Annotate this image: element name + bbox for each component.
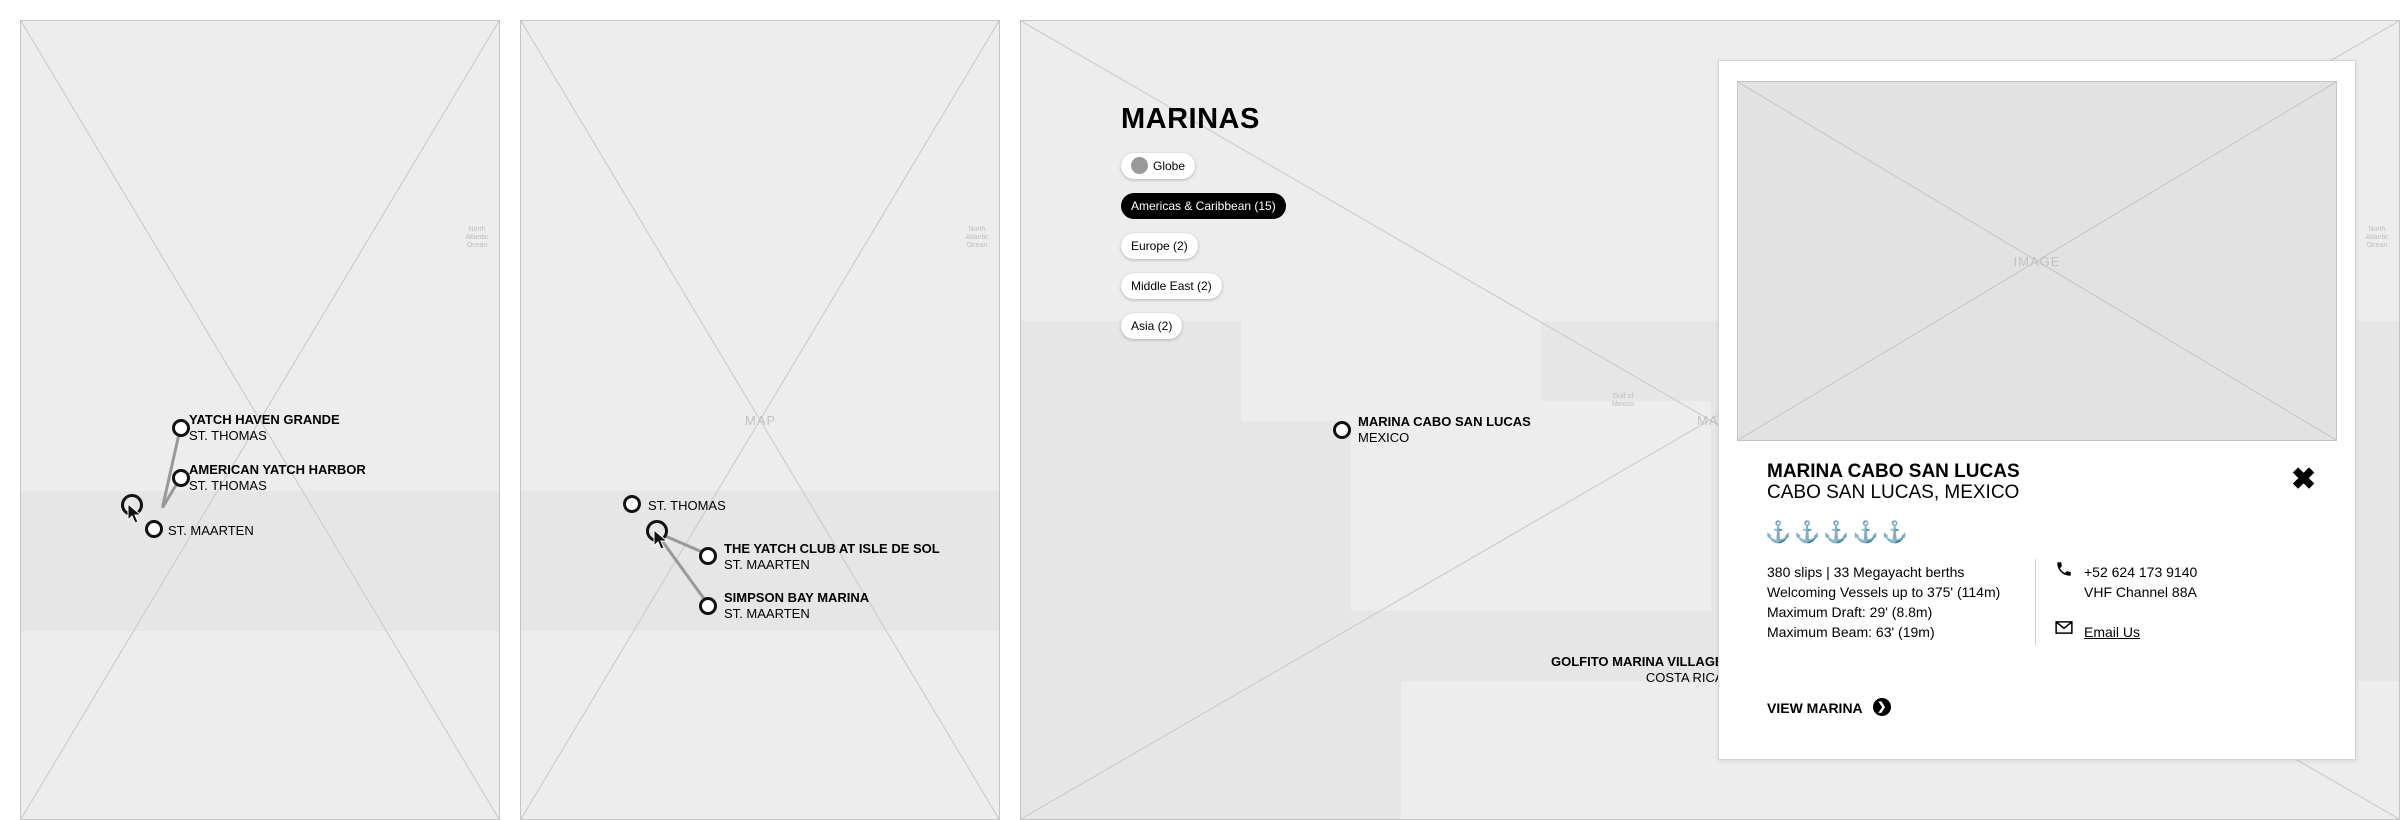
- phone-icon: [2057, 562, 2071, 576]
- map-placeholder-label: MAP: [745, 413, 777, 428]
- marina-name: SIMPSON BAY MARINA: [724, 590, 870, 605]
- image-placeholder-label: IMAGE: [2013, 254, 2061, 269]
- region-chip-label: Asia (2): [1131, 319, 1173, 333]
- view-marina-button[interactable]: VIEW MARINA ❯: [1767, 698, 1891, 718]
- spec-line: 380 slips | 33 Megayacht berths: [1767, 564, 1965, 580]
- marina-pin[interactable]: [172, 419, 190, 437]
- marina-location: MEXICO: [1358, 430, 1410, 445]
- page-title: MARINAS: [1121, 103, 1260, 135]
- marina-name: THE YATCH CLUB AT ISLE DE SOL: [724, 541, 940, 556]
- email-link[interactable]: Email Us: [2084, 622, 2140, 642]
- envelope-icon: [2055, 621, 2073, 634]
- phone-number: +52 624 173 9140: [2084, 564, 2198, 580]
- region-chip-europe[interactable]: Europe (2): [1121, 233, 1198, 259]
- spec-line: Maximum Draft: 29' (8.8m): [1767, 604, 1933, 620]
- marina-pin[interactable]: [145, 520, 163, 538]
- marina-pin[interactable]: [623, 495, 641, 513]
- ocean-label: North Atlantic Ocean: [465, 226, 489, 249]
- marina-label: MARINA CABO SAN LUCAS MEXICO: [1358, 414, 1531, 446]
- globe-icon: [1131, 157, 1148, 175]
- map-panel-2[interactable]: MAP North Atlantic Ocean ST. THOMAS THE YA…: [520, 20, 1000, 820]
- marina-label: GOLFITO MARINA VILLAGE COSTA RICA: [1551, 654, 1724, 686]
- mouse-cursor-icon: [653, 529, 669, 550]
- marina-label: ST. THOMAS: [648, 498, 726, 514]
- divider: [2035, 559, 2036, 645]
- marina-pin[interactable]: [699, 547, 717, 565]
- map-panel-1[interactable]: North Atlantic Ocean YATCH HAVEN GRANDE ST…: [20, 20, 500, 820]
- marina-pin[interactable]: [1333, 421, 1351, 439]
- spec-line: Maximum Beam: 63' (19m): [1767, 624, 1935, 640]
- marina-name: MARINA CABO SAN LUCAS: [1358, 414, 1531, 429]
- region-chip-label: Europe (2): [1131, 239, 1188, 253]
- marina-location: ST. MAARTEN: [168, 523, 254, 538]
- ocean-label: North Atlantic Ocean: [2365, 226, 2389, 249]
- marina-name: AMERICAN YATCH HARBOR: [189, 462, 366, 477]
- marina-image-placeholder: IMAGE: [1737, 81, 2337, 441]
- marina-label: YATCH HAVEN GRANDE ST. THOMAS: [189, 412, 340, 444]
- marina-title: MARINA CABO SAN LUCAS: [1767, 461, 2020, 482]
- marina-name: YATCH HAVEN GRANDE: [189, 412, 340, 427]
- marina-name: GOLFITO MARINA VILLAGE: [1551, 654, 1724, 669]
- region-chip-asia[interactable]: Asia (2): [1121, 313, 1183, 339]
- anchor-rating-icons: ⚓⚓⚓⚓⚓: [1765, 521, 1911, 544]
- contact-phone: +52 624 173 9140 VHF Channel 88A: [2084, 562, 2197, 602]
- marina-location: ST. THOMAS: [648, 498, 726, 513]
- region-chip-americas[interactable]: Americas & Caribbean (15): [1121, 193, 1286, 219]
- region-chip-middle-east[interactable]: Middle East (2): [1121, 273, 1222, 299]
- ocean-label: North Atlantic Ocean: [965, 226, 989, 249]
- marina-location: COSTA RICA: [1645, 670, 1724, 685]
- spec-line: Welcoming Vessels up to 375' (114m): [1767, 584, 2001, 600]
- marina-pin[interactable]: [699, 597, 717, 615]
- close-icon[interactable]: ✖: [2291, 465, 2316, 495]
- marina-label: AMERICAN YATCH HARBOR ST. THOMAS: [189, 462, 366, 494]
- region-chip-globe[interactable]: Globe: [1121, 153, 1196, 179]
- marina-specs: 380 slips | 33 Megayacht berths Welcomin…: [1767, 562, 2000, 642]
- marina-detail-card: IMAGE MARINA CABO SAN LUCAS CABO SAN LUC…: [1718, 60, 2356, 760]
- marina-location: ST. THOMAS: [189, 478, 267, 493]
- mouse-cursor-icon: [127, 503, 143, 524]
- gulf-label: Gulf of Mexico: [1611, 393, 1635, 408]
- region-chip-label: Americas & Caribbean (15): [1131, 199, 1276, 213]
- marina-location: ST. THOMAS: [189, 428, 267, 443]
- view-marina-label: VIEW MARINA: [1767, 700, 1863, 716]
- marina-label: THE YATCH CLUB AT ISLE DE SOL ST. MAARTE…: [724, 541, 940, 573]
- marina-label: ST. MAARTEN: [168, 523, 254, 539]
- marina-location: ST. MAARTEN: [724, 557, 810, 572]
- marina-label: SIMPSON BAY MARINA ST. MAARTEN: [724, 590, 869, 622]
- marina-location: ST. MAARTEN: [724, 606, 810, 621]
- region-chip-label: Globe: [1153, 159, 1186, 173]
- marina-pin[interactable]: [172, 469, 190, 487]
- vhf-channel: VHF Channel 88A: [2084, 584, 2197, 600]
- chevron-right-icon: ❯: [1872, 698, 1891, 717]
- region-chip-label: Middle East (2): [1131, 279, 1212, 293]
- marina-place: CABO SAN LUCAS, MEXICO: [1767, 482, 2020, 503]
